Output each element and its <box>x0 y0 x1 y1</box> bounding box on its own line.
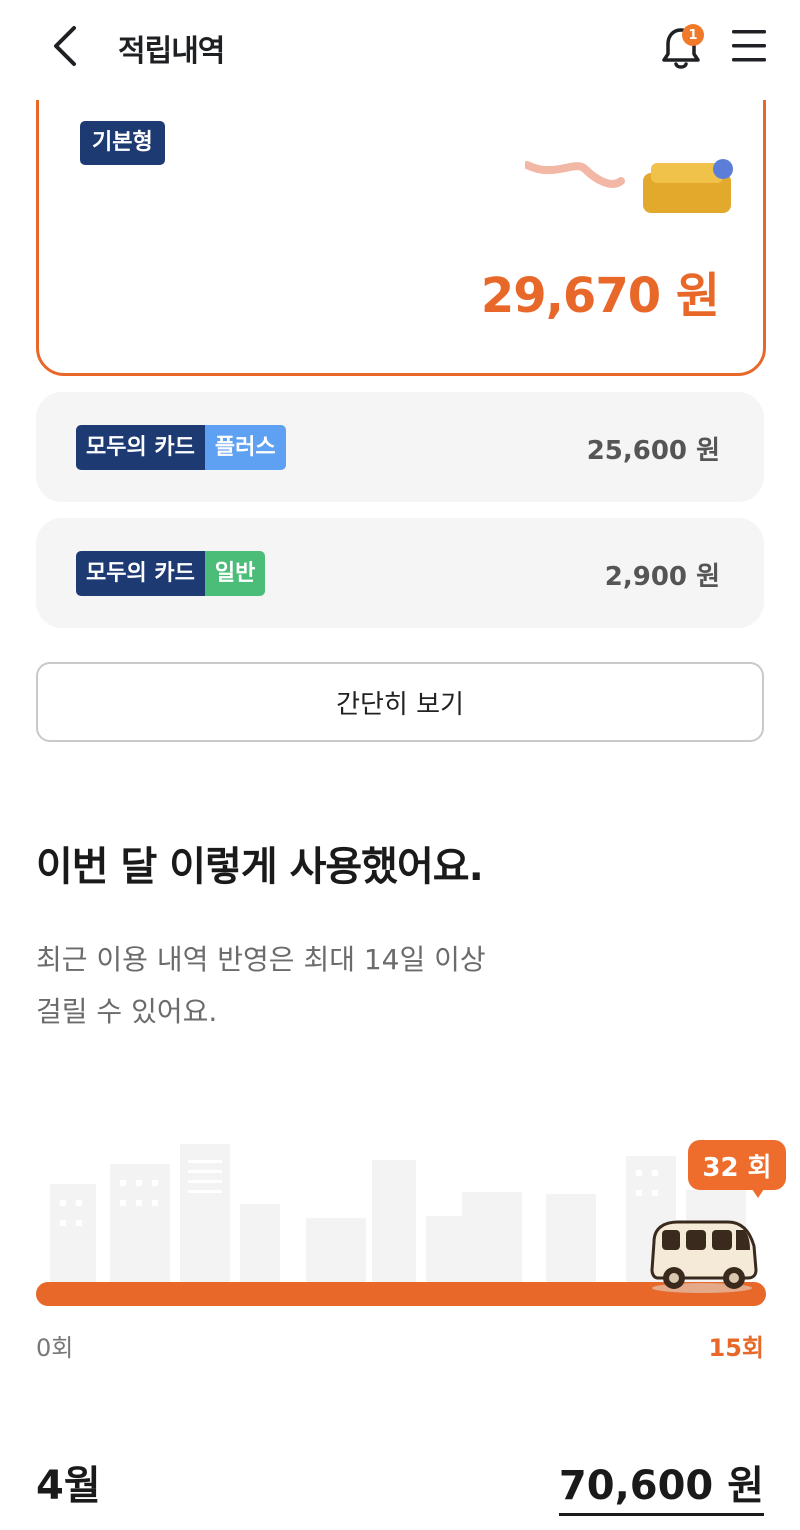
card-row-normal[interactable]: 모두의 카드 일반 2,900 원 <box>36 518 764 628</box>
usage-count-bubble-tail <box>750 1186 766 1198</box>
card-chip: 모두의 카드 일반 <box>76 551 266 596</box>
hamburger-menu-icon <box>732 30 766 62</box>
month-label: 4월 <box>36 1463 101 1509</box>
featured-card[interactable]: 기본형 29,670 원 <box>36 60 766 376</box>
card-chip: 모두의 카드 플러스 <box>76 425 286 470</box>
chevron-left-icon <box>54 26 76 66</box>
basic-type-tag: 기본형 <box>80 121 165 165</box>
header-bar: 적립내역 1 <box>0 0 800 100</box>
card-type-normal-label: 일반 <box>204 551 266 596</box>
page-title: 적립내역 <box>118 34 225 69</box>
menu-button[interactable] <box>730 24 770 68</box>
usage-section-title: 이번 달 이렇게 사용했어요. <box>36 844 484 890</box>
usage-description: 최근 이용 내역 반영은 최대 14일 이상 걸릴 수 있어요. <box>36 934 556 1038</box>
gift-decoration-icon <box>525 159 733 213</box>
usage-progress-area: 32 회 <box>36 1130 786 1330</box>
brief-view-button[interactable]: 간단히 보기 <box>36 662 764 742</box>
van-icon <box>650 1220 758 1293</box>
page: 기본형 29,670 원 적립내역 1 모두의 카드 플러스 25,600 원 … <box>0 0 800 1530</box>
card-row-amount: 25,600 원 <box>586 436 720 466</box>
card-type-plus-label: 플러스 <box>204 425 286 470</box>
usage-description-line: 걸릴 수 있어요. <box>36 995 218 1028</box>
featured-amount: 29,670 원 <box>480 268 720 324</box>
usage-count-bubble: 32 회 <box>688 1140 786 1190</box>
card-row-amount: 2,900 원 <box>604 562 720 592</box>
back-button[interactable] <box>44 22 88 70</box>
scale-min-label: 0회 <box>36 1334 74 1362</box>
month-total-amount[interactable]: 70,600 원 <box>558 1453 764 1516</box>
scale-max-label: 15회 <box>708 1334 764 1362</box>
usage-description-line: 최근 이용 내역 반영은 최대 14일 이상 <box>36 943 486 976</box>
card-name-label: 모두의 카드 <box>76 425 205 470</box>
notification-badge: 1 <box>682 24 704 46</box>
card-name-label: 모두의 카드 <box>76 551 205 596</box>
card-row-plus[interactable]: 모두의 카드 플러스 25,600 원 <box>36 392 764 502</box>
